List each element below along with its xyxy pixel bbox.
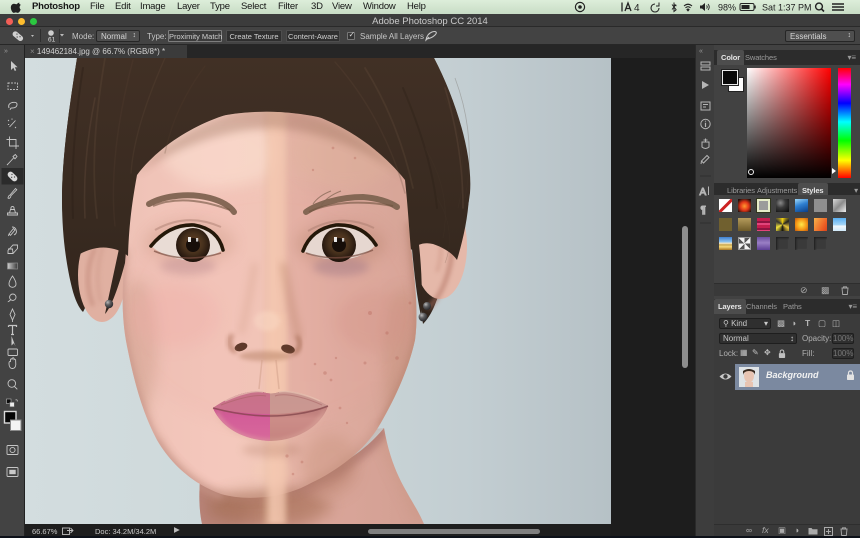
svg-text:A: A <box>700 187 707 198</box>
svg-text:«: « <box>699 48 703 55</box>
svg-text:4: 4 <box>634 3 640 13</box>
svg-text:61: 61 <box>48 37 56 44</box>
svg-text:98%: 98% <box>718 3 736 13</box>
svg-text:¶: ¶ <box>701 205 706 216</box>
svg-text:»: » <box>4 48 8 55</box>
svg-text:Sat 1:37 PM: Sat 1:37 PM <box>762 3 812 13</box>
